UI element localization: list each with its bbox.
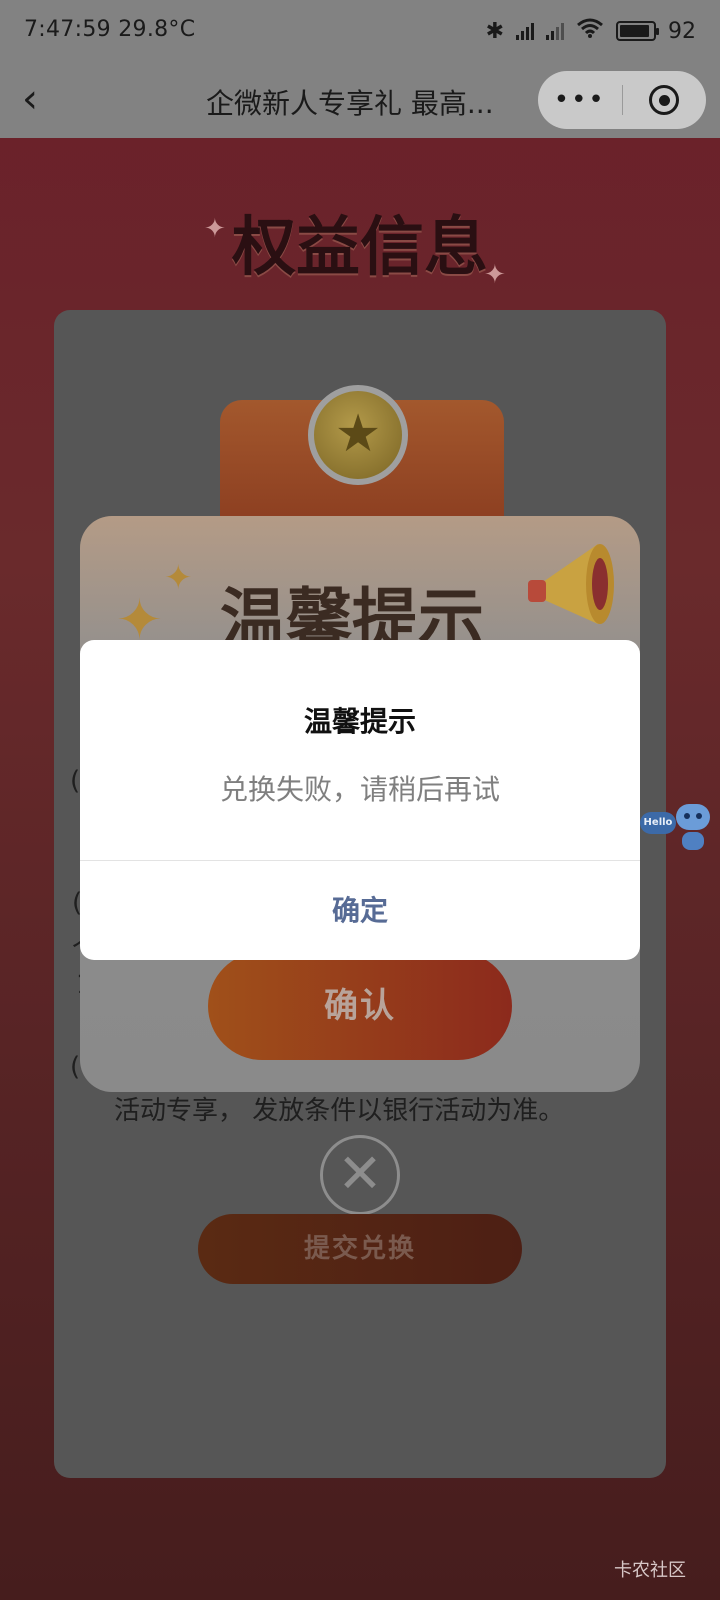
battery-level: 92 <box>668 18 696 44</box>
robot-icon <box>676 804 710 830</box>
assistant-robot[interactable]: Hello <box>640 800 718 860</box>
status-bar: 7:47:59 29.8°C ✱ 92 <box>0 0 720 64</box>
watermark: 卡农社区 <box>614 1560 686 1581</box>
paren-fragment: ( <box>70 1052 81 1082</box>
robot-body <box>682 832 704 850</box>
condition-text: 活动专享， 发放条件以银行活动为准。 <box>114 1096 565 1126</box>
target-icon <box>649 85 680 115</box>
submit-exchange-button[interactable]: 提交兑换 <box>198 1214 522 1284</box>
signal-icon-2 <box>546 22 564 40</box>
dialog-title: 温馨提示 <box>303 705 416 738</box>
status-temperature: 29.8°C <box>118 17 196 42</box>
back-icon[interactable]: ‹ <box>22 79 56 119</box>
battery-icon <box>616 21 659 41</box>
confirm-button[interactable]: 确认 <box>208 952 512 1060</box>
star-coin-icon: ★ <box>308 385 408 485</box>
paren-fragment: ( <box>70 766 81 796</box>
page-title: 权益信息 <box>232 211 488 285</box>
close-target-button[interactable] <box>623 85 707 115</box>
sparkle-icon: ✦ <box>164 558 193 598</box>
megaphone-icon <box>528 544 614 624</box>
hello-bubble: Hello <box>640 812 676 834</box>
wifi-icon <box>576 17 604 45</box>
nav-bar: ‹ 企微新人专享礼 最高... ••• <box>0 64 720 138</box>
dialog-message: 兑换失败，请稍后再试 <box>219 773 500 806</box>
more-icon[interactable]: ••• <box>538 85 622 115</box>
alert-dialog: 温馨提示 兑换失败，请稍后再试 确定 <box>80 640 640 960</box>
status-time: 7:47:59 <box>24 17 111 42</box>
signal-icon <box>516 22 534 40</box>
mini-program-capsule: ••• <box>538 71 706 129</box>
dialog-ok-button[interactable]: 确定 <box>80 861 640 960</box>
close-icon[interactable]: ✕ <box>320 1135 400 1215</box>
bluetooth-icon: ✱ <box>485 18 504 44</box>
nav-title: 企微新人专享礼 最高... <box>206 87 494 120</box>
